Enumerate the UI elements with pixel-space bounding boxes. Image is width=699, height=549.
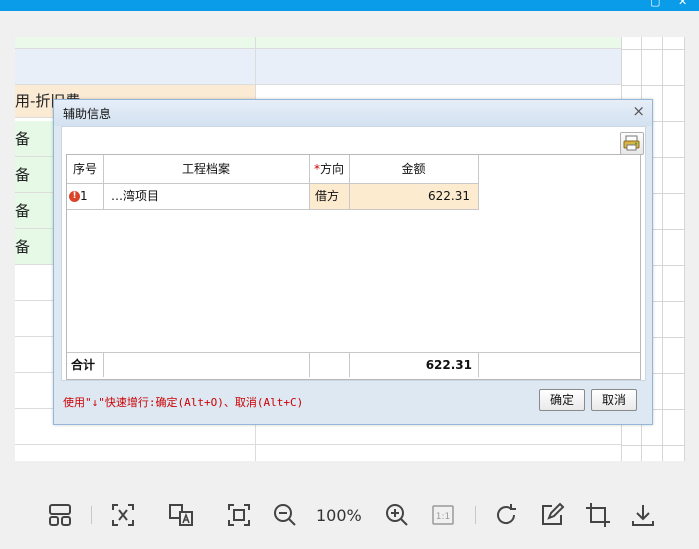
sheet-cell-text: 备 — [15, 238, 31, 256]
column-header-direction: *方向 — [309, 155, 349, 183]
print-settings-icon — [623, 135, 640, 151]
edit-button[interactable] — [538, 501, 566, 529]
actual-size-button[interactable]: 1:1 — [429, 501, 457, 529]
sheet-cell-text: 备 — [15, 166, 31, 184]
footer-total-label: 合计 — [71, 358, 96, 372]
shortcut-hint: 使用"↓"快速增行:确定(Alt+O)、取消(Alt+C) — [63, 396, 304, 409]
dialog-title: 辅助信息 — [63, 107, 112, 121]
crop-icon — [586, 503, 610, 527]
download-icon — [632, 505, 654, 526]
table-row-direction[interactable]: 借方 — [309, 184, 349, 209]
layout-button[interactable] — [46, 501, 74, 529]
dialog-title-bar: 辅助信息 × — [54, 100, 652, 126]
column-header-amount: 金额 — [401, 162, 426, 176]
text-recognition-icon — [112, 504, 134, 526]
auxiliary-info-grid: 序号 工程档案 *方向 金额 ! 1 …湾项目 借方 622.31 合计 622.… — [66, 154, 641, 380]
extract-text-button[interactable] — [109, 501, 137, 529]
error-icon: ! — [69, 191, 80, 202]
zoom-in-button[interactable] — [383, 501, 411, 529]
dialog-close-button[interactable]: × — [632, 102, 645, 120]
actual-size-icon: 1:1 — [432, 505, 454, 525]
column-header-project: 工程档案 — [181, 162, 230, 176]
sheet-cell-text: 备 — [15, 202, 31, 220]
toolbar-separator — [475, 506, 476, 524]
dialog-body: 序号 工程档案 *方向 金额 ! 1 …湾项目 借方 622.31 合计 622.… — [61, 126, 646, 381]
zoom-out-icon — [274, 504, 296, 526]
rotate-icon — [497, 504, 516, 524]
sheet-row — [15, 49, 621, 85]
footer-total-amount: 622.31 — [425, 358, 472, 372]
row-seq: 1 — [80, 189, 88, 203]
layout-icon — [49, 504, 71, 526]
translate-icon — [169, 504, 193, 526]
zoom-level: 100% — [316, 506, 362, 525]
window-title-bar: ▢ ✕ — [0, 0, 699, 11]
sheet-cell-text: 备 — [15, 130, 31, 148]
translate-button[interactable] — [167, 501, 195, 529]
actual-size-label: 1:1 — [436, 512, 450, 522]
table-row-project[interactable]: …湾项目 — [103, 184, 309, 209]
fit-screen-button[interactable] — [225, 501, 253, 529]
zoom-out-button[interactable] — [271, 501, 299, 529]
table-row-amount[interactable]: 622.31 — [349, 184, 478, 209]
toolbar-separator — [91, 506, 92, 524]
window-close-icon[interactable]: ✕ — [678, 0, 687, 8]
zoom-in-icon — [386, 504, 408, 526]
auxiliary-info-dialog: 辅助信息 × 序号 工程档案 *方向 金额 !1 …湾项目 借方 622.31 — [53, 99, 653, 425]
cancel-button[interactable]: 取消 — [591, 389, 637, 411]
ok-button[interactable]: 确定 — [539, 389, 585, 411]
column-header-seq: 序号 — [72, 162, 97, 176]
edit-icon — [542, 502, 565, 525]
restore-icon[interactable]: ▢ — [650, 0, 660, 8]
fit-screen-icon — [228, 504, 250, 526]
download-button[interactable] — [629, 501, 657, 529]
rotate-button[interactable] — [492, 501, 520, 529]
crop-button[interactable] — [584, 501, 612, 529]
table-row-seq[interactable]: ! 1 — [67, 184, 103, 209]
viewer-toolbar: 100% 1:1 — [0, 486, 699, 549]
column-header-direction-label: 方向 — [319, 162, 344, 176]
print-settings-button[interactable] — [620, 132, 644, 155]
sheet-row — [15, 37, 621, 49]
